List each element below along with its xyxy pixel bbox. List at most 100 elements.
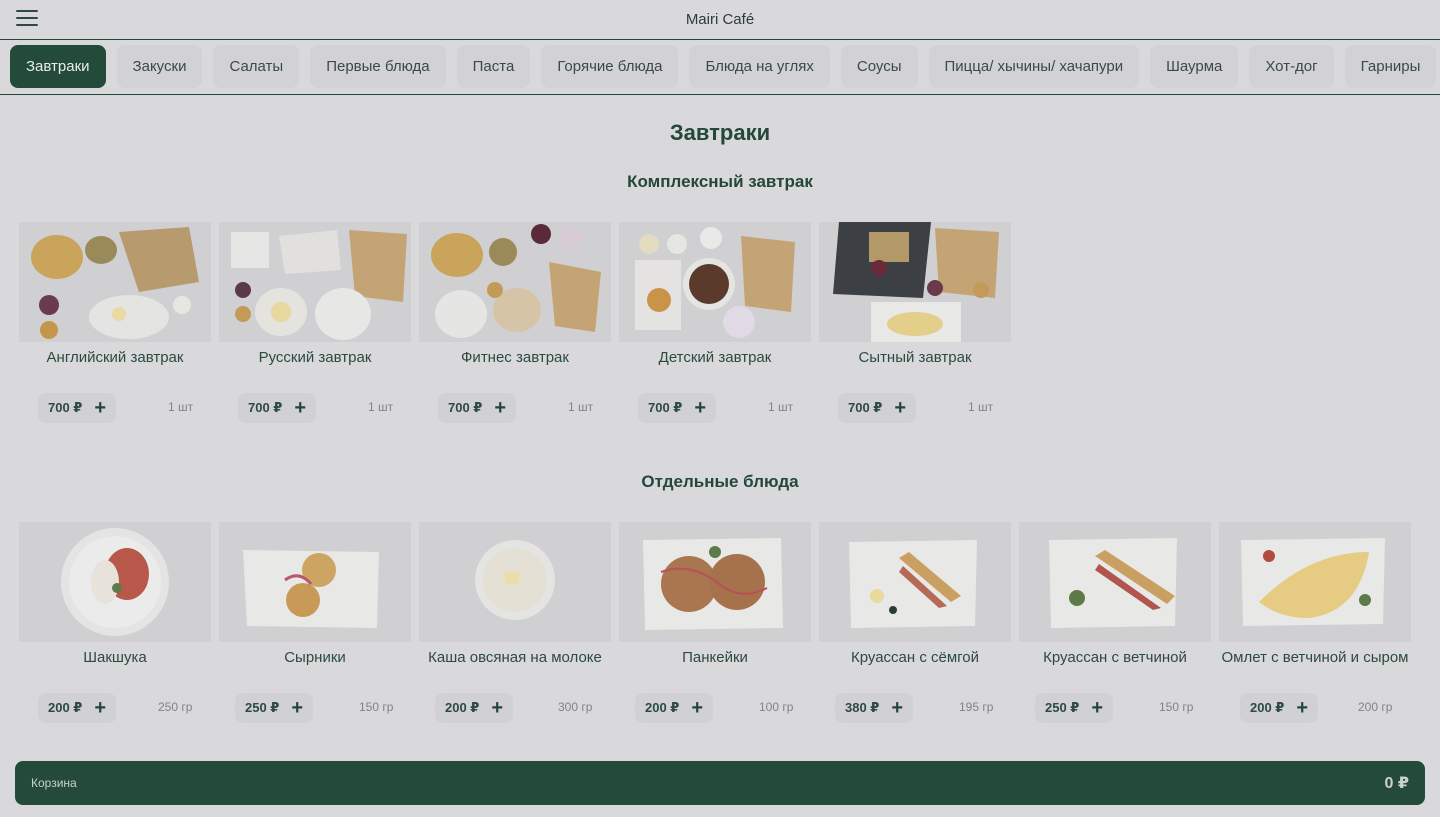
product-card[interactable]: Сытный завтрак 700 ₽ + 1 шт	[819, 222, 1011, 432]
product-photo	[419, 222, 611, 342]
product-card[interactable]: Русский завтрак 700 ₽ + 1 шт	[219, 222, 411, 432]
tab-soups[interactable]: Первые блюда	[310, 45, 446, 88]
app-title: Mairi Café	[685, 11, 755, 28]
product-price: 200 ₽	[445, 700, 480, 715]
product-price: 200 ₽	[48, 700, 83, 715]
product-card[interactable]: Детский завтрак 700 ₽ + 1 шт	[619, 222, 811, 432]
product-card[interactable]: Панкейки 200 ₽ + 100 гр	[619, 522, 811, 732]
product-photo	[819, 222, 1011, 342]
tab-sides[interactable]: Гарниры	[1344, 45, 1437, 88]
product-photo	[419, 522, 611, 642]
add-to-cart-button[interactable]: 380 ₽ +	[835, 693, 914, 723]
product-name: Круассан с ветчиной	[1043, 649, 1187, 666]
product-price: 700 ₽	[248, 400, 283, 415]
product-name: Каша овсяная на молоке	[428, 649, 602, 666]
tab-pasta[interactable]: Паста	[456, 45, 531, 88]
product-portion: 200 гр	[1358, 700, 1393, 714]
product-price: 700 ₽	[448, 400, 483, 415]
product-price: 700 ₽	[848, 400, 883, 415]
add-to-cart-button[interactable]: 250 ₽ +	[235, 693, 314, 723]
product-card[interactable]: Фитнес завтрак 700 ₽ + 1 шт	[419, 222, 611, 432]
product-price: 700 ₽	[648, 400, 683, 415]
plus-icon: +	[94, 697, 107, 719]
add-to-cart-button[interactable]: 700 ₽ +	[38, 393, 117, 423]
product-card[interactable]: Омлет с ветчиной и сыром 200 ₽ + 200 гр	[1219, 522, 1411, 732]
product-photo	[19, 522, 211, 642]
page-title: Завтраки	[669, 120, 771, 145]
product-price: 200 ₽	[645, 700, 680, 715]
product-photo	[1019, 522, 1211, 642]
top-bar: Mairi Café	[0, 0, 1440, 40]
tab-pizza[interactable]: Пицца/ хычины/ хачапури	[928, 45, 1140, 88]
tab-salads[interactable]: Салаты	[213, 45, 300, 88]
product-photo	[619, 222, 811, 342]
add-to-cart-button[interactable]: 200 ₽ +	[435, 693, 514, 723]
section-title-separate: Отдельные блюда	[641, 472, 799, 491]
add-to-cart-button[interactable]: 200 ₽ +	[1240, 693, 1319, 723]
cart-bar[interactable]: Корзина 0 ₽	[15, 761, 1425, 805]
add-to-cart-button[interactable]: 200 ₽ +	[38, 693, 117, 723]
product-name: Панкейки	[682, 649, 748, 666]
product-portion: 100 гр	[759, 700, 794, 714]
plus-icon: +	[1296, 697, 1309, 719]
product-name: Сырники	[284, 649, 346, 666]
product-price: 250 ₽	[245, 700, 280, 715]
tab-grill[interactable]: Блюда на углях	[689, 45, 830, 88]
plus-icon: +	[291, 697, 304, 719]
plus-icon: +	[294, 397, 307, 419]
product-photo	[219, 522, 411, 642]
product-card[interactable]: Каша овсяная на молоке 200 ₽ + 300 гр	[419, 522, 611, 732]
tab-appetizers[interactable]: Закуски	[116, 45, 203, 88]
cart-total: 0 ₽	[1384, 775, 1409, 792]
product-name: Английский завтрак	[46, 349, 184, 366]
product-photo	[619, 522, 811, 642]
product-name: Сытный завтрак	[858, 349, 972, 366]
product-portion: 195 гр	[959, 700, 994, 714]
product-photo	[1219, 522, 1411, 642]
product-portion: 150 гр	[359, 700, 394, 714]
product-portion: 1 шт	[768, 400, 794, 414]
plus-icon: +	[894, 397, 907, 419]
cart-label: Корзина	[31, 776, 77, 790]
tab-shawarma[interactable]: Шаурма	[1150, 45, 1239, 88]
tab-hotdog[interactable]: Хот-дог	[1249, 45, 1334, 88]
tab-hot-dishes[interactable]: Горячие блюда	[541, 45, 679, 88]
add-to-cart-button[interactable]: 700 ₽ +	[438, 393, 517, 423]
product-name: Русский завтрак	[258, 349, 372, 366]
plus-icon: +	[694, 397, 707, 419]
section-title-complex: Комплексный завтрак	[627, 172, 813, 191]
product-price: 380 ₽	[845, 700, 880, 715]
product-card[interactable]: Круассан с ветчиной 250 ₽ + 150 гр	[1019, 522, 1211, 732]
product-portion: 250 гр	[158, 700, 193, 714]
plus-icon: +	[494, 397, 507, 419]
product-portion: 1 шт	[568, 400, 594, 414]
product-card[interactable]: Круассан с сёмгой 380 ₽ + 195 гр	[819, 522, 1011, 732]
product-portion: 1 шт	[368, 400, 394, 414]
product-name: Шакшука	[83, 649, 147, 666]
product-card[interactable]: Английский завтрак 700 ₽ + 1 шт	[19, 222, 211, 432]
plus-icon: +	[491, 697, 504, 719]
product-name: Круассан с сёмгой	[850, 649, 980, 666]
product-card[interactable]: Шакшука 200 ₽ + 250 гр	[19, 522, 211, 732]
product-portion: 1 шт	[968, 400, 994, 414]
add-to-cart-button[interactable]: 700 ₽ +	[838, 393, 917, 423]
add-to-cart-button[interactable]: 700 ₽ +	[638, 393, 717, 423]
product-photo	[19, 222, 211, 342]
tab-sauces[interactable]: Соусы	[840, 45, 918, 88]
product-portion: 150 гр	[1159, 700, 1194, 714]
plus-icon: +	[891, 697, 904, 719]
product-card[interactable]: Сырники 250 ₽ + 150 гр	[219, 522, 411, 732]
product-price: 250 ₽	[1045, 700, 1080, 715]
product-price: 700 ₽	[48, 400, 83, 415]
add-to-cart-button[interactable]: 200 ₽ +	[635, 693, 714, 723]
tab-breakfast[interactable]: Завтраки	[10, 45, 106, 88]
product-photo	[219, 222, 411, 342]
add-to-cart-button[interactable]: 700 ₽ +	[238, 393, 317, 423]
product-name: Детский завтрак	[658, 349, 772, 366]
product-portion: 1 шт	[168, 400, 194, 414]
product-price: 200 ₽	[1250, 700, 1285, 715]
product-name: Фитнес завтрак	[461, 349, 569, 366]
category-tabs: Завтраки Закуски Салаты Первые блюда Пас…	[0, 41, 1440, 95]
add-to-cart-button[interactable]: 250 ₽ +	[1035, 693, 1114, 723]
plus-icon: +	[94, 397, 107, 419]
